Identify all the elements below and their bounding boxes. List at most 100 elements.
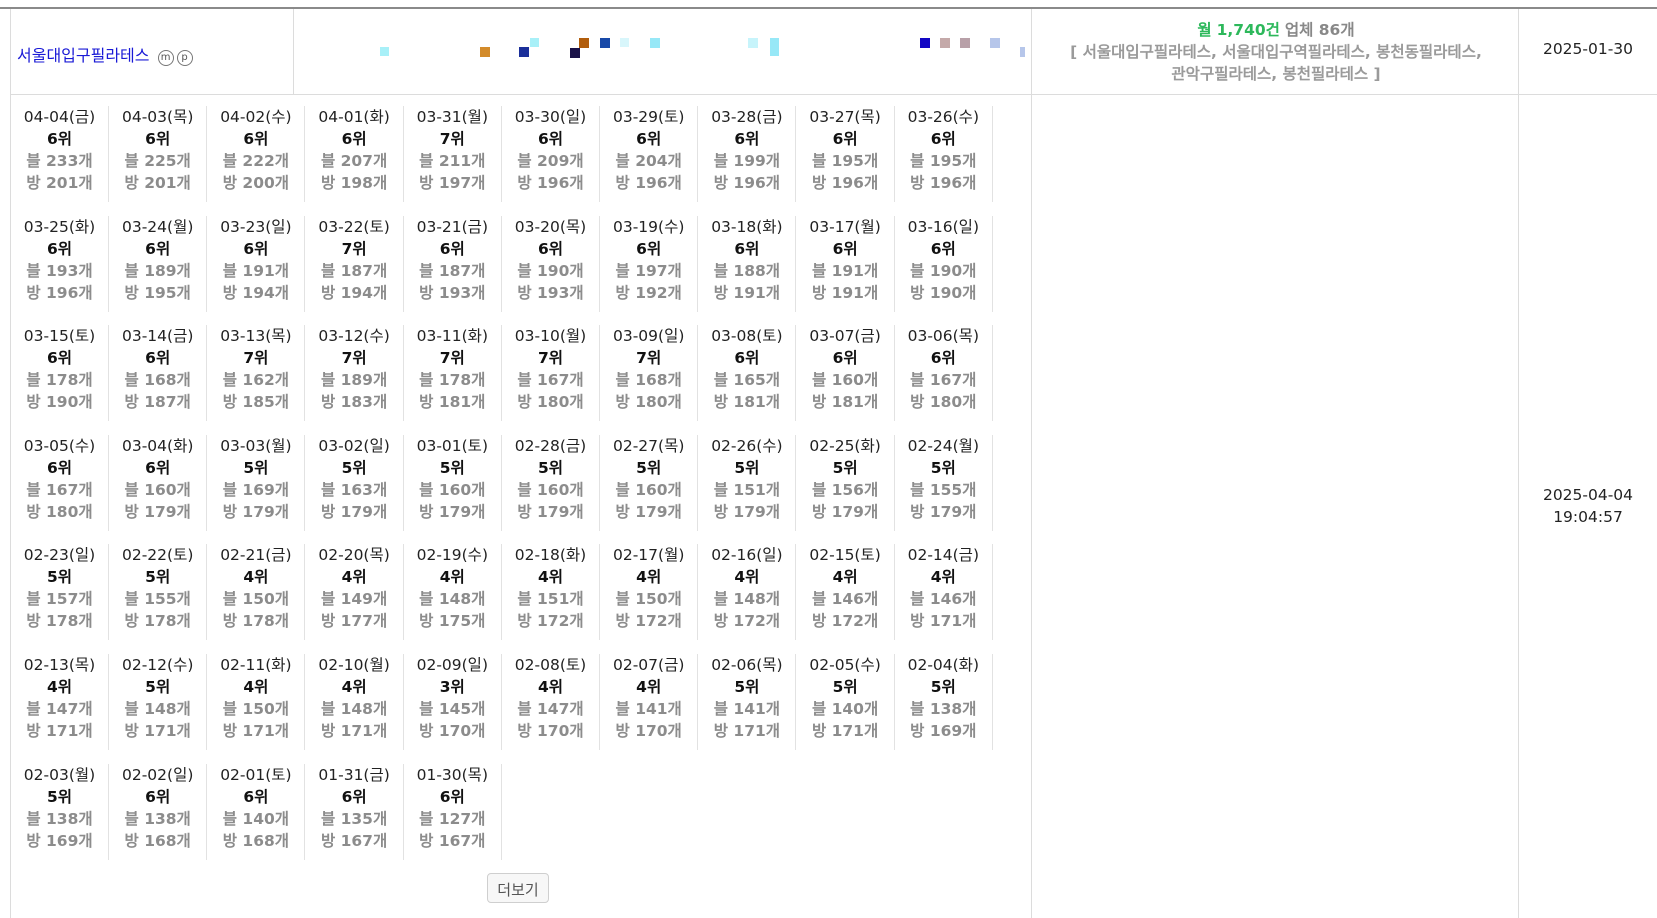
- day-rank: 6위: [636, 130, 662, 148]
- day-place-count: 방 179개: [713, 502, 781, 521]
- day-rank: 6위: [930, 130, 956, 148]
- trend-square: [650, 38, 660, 48]
- day-cell: 02-22(토) 5위 블 155개 방 178개: [109, 544, 208, 641]
- more-button[interactable]: 더보기: [487, 873, 549, 903]
- day-place-count: 방 178개: [124, 612, 191, 631]
- day-place-count: 방 193개: [517, 283, 584, 302]
- day-blog-count: 블 191개: [811, 261, 879, 280]
- day-cell: 03-31(월) 7위 블 211개 방 197개: [404, 106, 502, 202]
- day-rank: 5위: [734, 458, 760, 477]
- day-rank: 7위: [537, 349, 564, 368]
- day-place-count: 방 195개: [124, 283, 191, 302]
- day-blog-count: 블 199개: [713, 152, 781, 170]
- trend-square: [990, 38, 1000, 48]
- day-date: 02-13(목): [23, 656, 96, 674]
- day-place-count: 방 196개: [713, 174, 781, 192]
- day-cell: 02-17(월) 4위 블 150개 방 172개: [600, 544, 699, 641]
- day-place-count: 방 175개: [419, 612, 486, 631]
- day-blog-count: 블 146개: [811, 590, 879, 609]
- day-rank: 7위: [636, 349, 662, 368]
- day-cell: 02-08(토) 4위 블 147개 방 170개: [502, 654, 600, 750]
- day-place-count: 방 180개: [910, 393, 977, 412]
- day-place-count: 방 190개: [26, 393, 93, 412]
- business-count: 업체 86개: [1284, 21, 1355, 39]
- day-date: 03-14(금): [121, 327, 194, 346]
- day-place-count: 방 196개: [517, 174, 584, 192]
- day-cell: 03-08(토) 6위 블 165개 방 181개: [698, 325, 797, 422]
- day-date: 01-31(금): [318, 765, 390, 784]
- day-rank: 6위: [832, 239, 858, 258]
- day-blog-count: 블 140개: [222, 809, 290, 828]
- day-place-count: 방 168개: [222, 831, 290, 850]
- day-date: 02-12(수): [121, 656, 194, 674]
- day-cell: 03-21(금) 6위 블 187개 방 193개: [404, 215, 502, 312]
- day-blog-count: 블 138개: [26, 809, 93, 828]
- day-rank: 3위: [439, 678, 465, 696]
- day-blog-count: 블 138개: [910, 700, 977, 718]
- day-place-count: 방 171개: [910, 612, 977, 631]
- day-cell: 02-26(수) 5위 블 151개 방 179개: [698, 434, 797, 531]
- day-place-count: 방 194개: [222, 283, 290, 302]
- trend-square: [600, 38, 610, 48]
- day-place-count: 방 178개: [26, 612, 93, 631]
- day-cell: 02-04(화) 5위 블 138개 방 169개: [895, 654, 993, 750]
- day-cell: 02-19(수) 4위 블 148개 방 175개: [404, 544, 502, 641]
- trend-square: [519, 47, 529, 57]
- updated-date: 2025-04-04: [1542, 486, 1634, 504]
- day-cell: 03-12(수) 7위 블 189개 방 183개: [306, 325, 404, 422]
- day-cell: 04-01(화) 6위 블 207개 방 198개: [306, 106, 404, 202]
- day-cell: 02-23(일) 5위 블 157개 방 178개: [11, 544, 109, 641]
- pc-badge-icon: p: [176, 50, 193, 66]
- day-blog-count: 블 163개: [320, 480, 388, 499]
- day-place-count: 방 179개: [124, 502, 191, 521]
- day-cell: 02-05(수) 5위 블 140개 방 171개: [797, 654, 895, 750]
- day-blog-count: 블 151개: [713, 480, 781, 499]
- day-rank: 5위: [537, 458, 564, 477]
- day-cell: 02-06(목) 5위 블 141개 방 171개: [698, 654, 797, 750]
- day-rank: 6위: [145, 458, 171, 477]
- day-blog-count: 블 168개: [124, 371, 191, 390]
- day-cell: 02-27(목) 5위 블 160개 방 179개: [600, 434, 699, 531]
- day-date: 03-17(월): [809, 217, 881, 236]
- day-place-count: 방 196개: [811, 174, 879, 192]
- day-place-count: 방 172개: [811, 612, 879, 631]
- related-keywords: [ 서울대입구필라테스, 서울대입구역필라테스, 봉천동필라테스,: [1070, 43, 1482, 61]
- day-rank: 4위: [341, 568, 367, 587]
- day-rank: 6위: [46, 458, 73, 477]
- day-rank: 5위: [930, 678, 956, 696]
- day-date: 03-31(월): [416, 108, 488, 126]
- day-rank: 6위: [341, 787, 367, 806]
- day-cell: 02-01(토) 6위 블 140개 방 168개: [207, 763, 306, 860]
- day-blog-count: 블 147개: [26, 700, 93, 718]
- day-date: 03-03(월): [220, 436, 292, 455]
- day-place-count: 방 196개: [615, 174, 682, 192]
- day-rank: 6위: [145, 349, 171, 368]
- day-cell: 03-09(일) 7위 블 168개 방 180개: [600, 325, 699, 422]
- day-rank: 5위: [46, 568, 73, 587]
- day-cell: 02-12(수) 5위 블 148개 방 171개: [109, 654, 208, 750]
- day-rank: 6위: [46, 239, 73, 258]
- day-rank: 5위: [930, 458, 956, 477]
- day-cell: 04-04(금) 6위 블 233개 방 201개: [11, 106, 109, 202]
- day-blog-count: 블 160개: [124, 480, 191, 499]
- day-blog-count: 블 222개: [222, 152, 290, 170]
- day-place-count: 방 201개: [26, 174, 93, 192]
- day-blog-count: 블 162개: [222, 371, 290, 390]
- keyword-name: 서울대입구필라테스: [17, 46, 150, 65]
- day-cell: 02-21(금) 4위 블 150개 방 178개: [207, 544, 306, 641]
- day-blog-count: 블 141개: [713, 700, 781, 718]
- day-blog-count: 블 155개: [124, 590, 191, 609]
- day-cell: 02-13(목) 4위 블 147개 방 171개: [11, 654, 109, 750]
- day-blog-count: 블 160개: [811, 371, 879, 390]
- day-cell: 03-27(목) 6위 블 195개 방 196개: [797, 106, 895, 202]
- keyword-link[interactable]: 서울대입구필라테스 mp: [17, 42, 193, 66]
- day-date: 03-18(화): [711, 217, 783, 236]
- day-blog-count: 블 157개: [26, 590, 93, 609]
- day-rank: 6위: [243, 130, 269, 148]
- day-cell: 03-01(토) 5위 블 160개 방 179개: [404, 434, 502, 531]
- day-place-count: 방 187개: [124, 393, 191, 412]
- day-date: 03-01(토): [416, 436, 488, 455]
- day-cell: 03-26(수) 6위 블 195개 방 196개: [895, 106, 993, 202]
- day-blog-count: 블 145개: [419, 700, 486, 718]
- day-date: 03-24(월): [121, 217, 194, 236]
